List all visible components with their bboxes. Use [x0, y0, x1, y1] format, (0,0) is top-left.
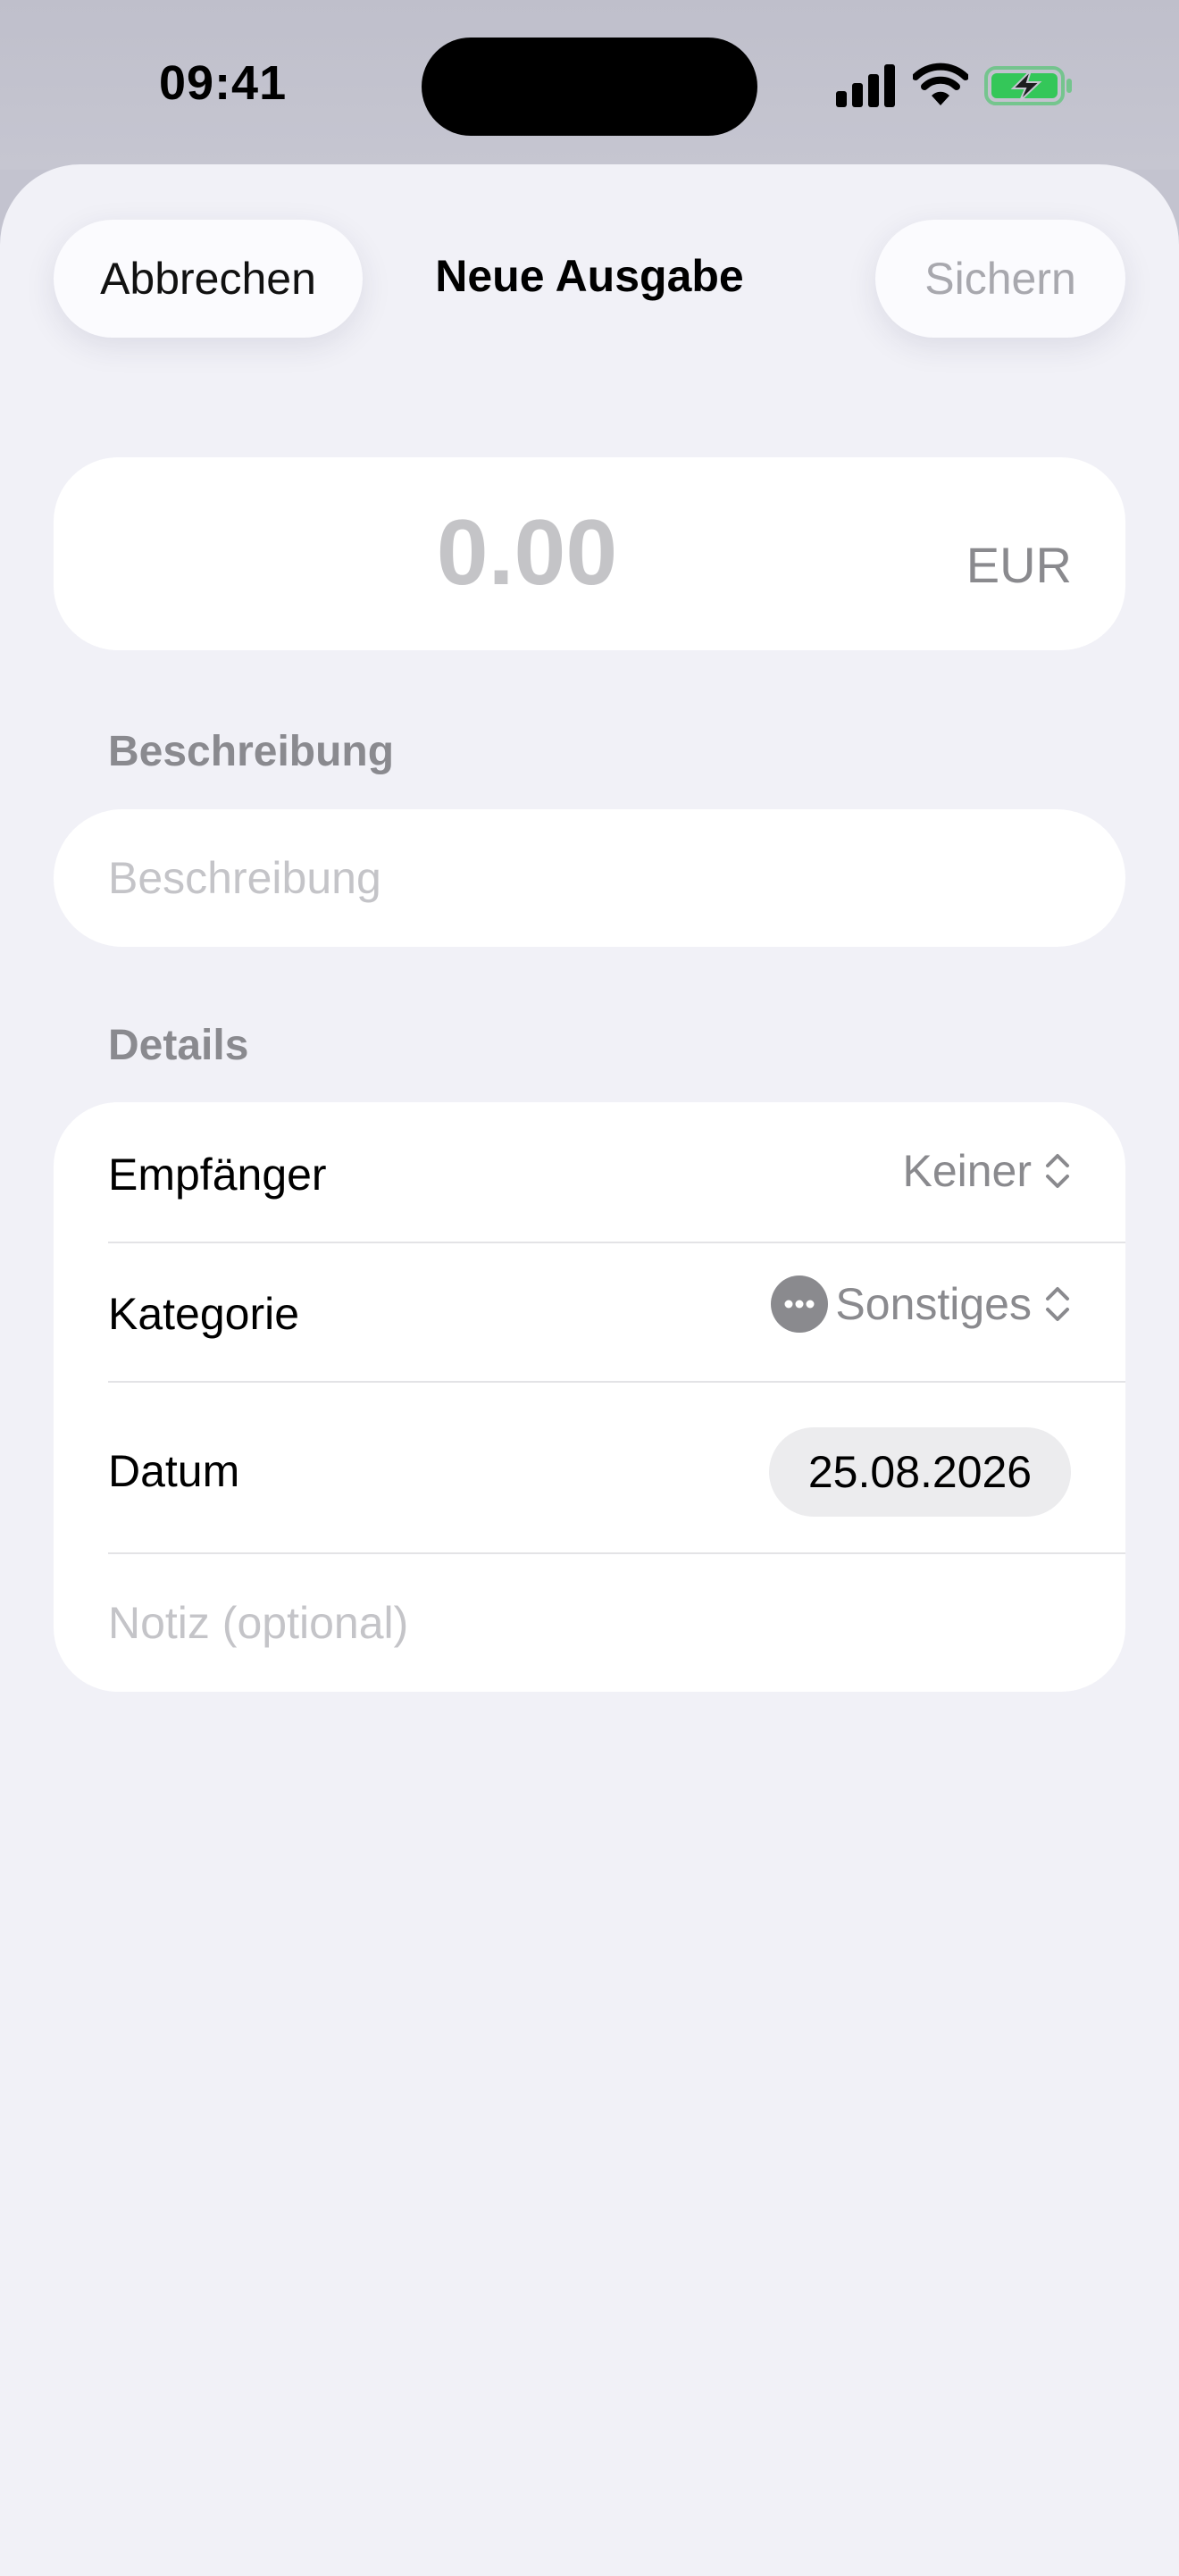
amount-value[interactable]: 0.00 — [54, 500, 1000, 606]
battery-charging-icon — [984, 66, 1072, 105]
category-label: Kategorie — [108, 1289, 300, 1339]
recipient-label: Empfänger — [108, 1150, 327, 1200]
note-input[interactable] — [108, 1554, 1071, 1692]
status-bar: 09:41 — [0, 0, 1179, 170]
status-time: 09:41 — [159, 56, 288, 110]
new-expense-sheet: Abbrechen Neue Ausgabe Sichern 0.00 EUR … — [0, 164, 1179, 2576]
description-input[interactable] — [108, 809, 1073, 947]
save-button[interactable]: Sichern — [875, 220, 1125, 338]
category-picker[interactable]: Sonstiges — [771, 1275, 1071, 1333]
amount-field[interactable]: 0.00 EUR — [54, 457, 1125, 650]
description-field-container — [54, 809, 1125, 947]
wifi-icon — [913, 63, 968, 105]
cellular-signal-icon — [836, 64, 895, 107]
recipient-picker[interactable]: Keiner — [902, 1145, 1071, 1197]
description-section-label: Beschreibung — [108, 728, 395, 775]
details-card: Empfänger Keiner Kategorie Sonstiges Dat… — [54, 1102, 1125, 1692]
recipient-value: Keiner — [902, 1146, 1032, 1196]
date-label: Datum — [108, 1446, 240, 1496]
recipient-row[interactable]: Empfänger Keiner — [108, 1102, 1071, 1242]
details-section-label: Details — [108, 1022, 249, 1069]
date-row: Datum 25.08.2026 — [108, 1383, 1071, 1552]
currency-label[interactable]: EUR — [966, 536, 1072, 594]
dynamic-island — [422, 38, 757, 136]
ellipsis-icon — [771, 1275, 829, 1333]
chevron-up-down-icon — [1046, 1154, 1069, 1188]
date-picker-button[interactable]: 25.08.2026 — [769, 1427, 1071, 1517]
category-row[interactable]: Kategorie Sonstiges — [108, 1243, 1071, 1381]
chevron-up-down-icon — [1046, 1287, 1069, 1321]
note-row — [108, 1554, 1071, 1692]
category-value: Sonstiges — [835, 1279, 1032, 1329]
